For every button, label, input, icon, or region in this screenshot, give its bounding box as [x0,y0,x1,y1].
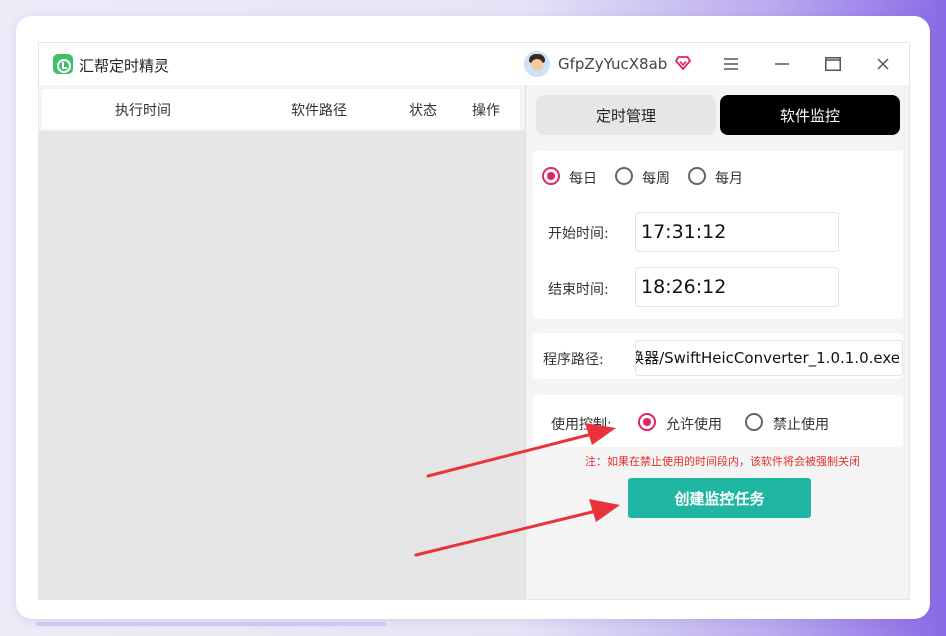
start-time-input[interactable]: 17:31:12 [635,212,839,252]
maximize-icon[interactable] [818,49,848,79]
radio-daily-label[interactable]: 每日 [569,168,597,188]
tab-timer-management[interactable]: 定时管理 [536,95,716,135]
usage-control-label: 使用控制: [551,417,612,433]
end-time-input[interactable]: 18:26:12 [635,267,839,307]
warning-note: 注：如果在禁止使用的时间段内，该软件将会被强制关闭 [585,455,860,468]
radio-forbid[interactable] [745,413,763,431]
radio-weekly-label[interactable]: 每周 [642,168,670,188]
radio-allow[interactable] [638,413,656,431]
minimize-icon[interactable] [767,49,797,79]
scroll-indicator [36,622,386,626]
app-title: 汇帮定时精灵 [79,57,170,75]
radio-forbid-label[interactable]: 禁止使用 [773,414,829,434]
tab-software-monitor[interactable]: 软件监控 [720,95,900,135]
program-path-input[interactable]: 换器/SwiftHeicConverter_1.0.1.0.exe [635,340,903,376]
end-time-label: 结束时间: [548,282,609,298]
radio-weekly[interactable] [615,167,633,185]
column-header-status: 状态 [409,103,437,119]
create-monitor-task-button[interactable]: 创建监控任务 [628,478,811,518]
hamburger-icon[interactable] [716,49,746,79]
username[interactable]: GfpZyYucX8ab [558,55,667,73]
radio-allow-label[interactable]: 允许使用 [666,414,722,434]
radio-daily[interactable] [542,167,560,185]
panel-divider [525,85,526,599]
user-avatar[interactable] [524,51,550,77]
column-header-time: 执行时间 [115,103,171,119]
program-path-label: 程序路径: [543,352,604,368]
title-bar: 汇帮定时精灵 GfpZyYucX8ab [39,43,909,85]
app-window: 汇帮定时精灵 GfpZyYucX8ab 执行时间 软件路径 状态 操作 定时管理… [38,42,910,600]
start-time-label: 开始时间: [548,226,609,242]
alarm-clock-icon [53,54,73,74]
column-header-path: 软件路径 [291,103,347,119]
task-table-header: 执行时间 软件路径 状态 操作 [42,89,520,129]
task-table-body[interactable] [39,131,525,599]
close-icon[interactable] [868,49,898,79]
column-header-action: 操作 [472,103,500,119]
radio-monthly[interactable] [688,167,706,185]
radio-monthly-label[interactable]: 每月 [715,168,743,188]
vip-diamond-icon[interactable] [675,56,691,70]
program-path-value: 换器/SwiftHeicConverter_1.0.1.0.exe [635,349,900,367]
